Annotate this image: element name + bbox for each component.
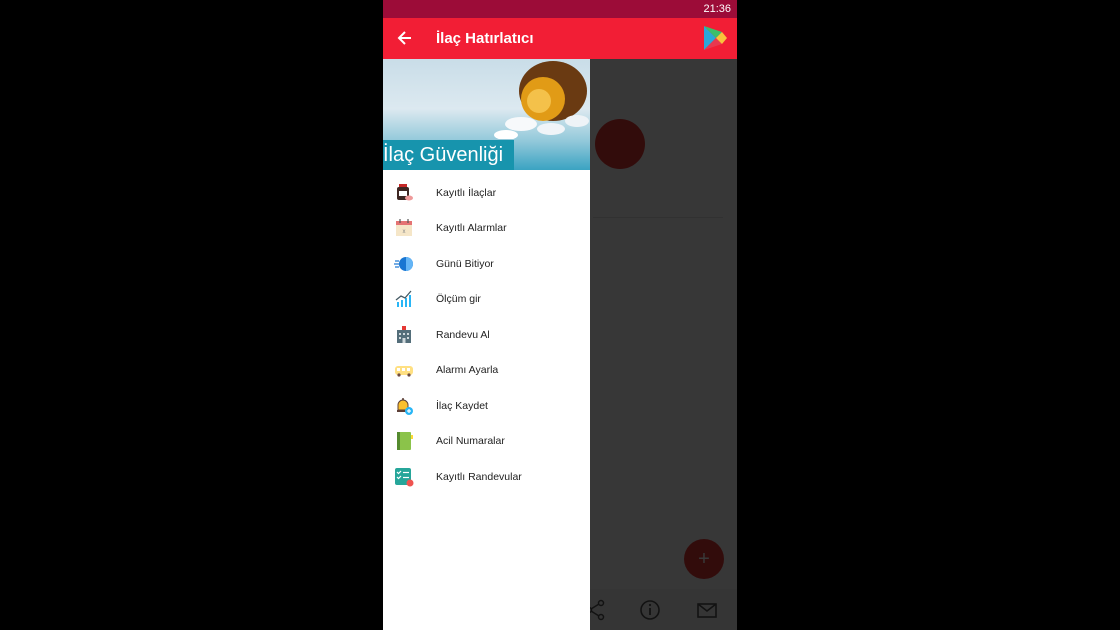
svg-text:x: x [403, 229, 406, 235]
menu-item-label: Alarmı Ayarla [436, 364, 499, 376]
play-store-icon[interactable] [701, 24, 729, 52]
hospital-icon [397, 326, 411, 343]
menu-item-label: Günü Bitiyor [436, 258, 494, 270]
menu-item-olcum-gir[interactable]: Ölçüm gir [383, 282, 590, 317]
menu-item-kayitli-ilaclar[interactable]: Kayıtlı İlaçlar [383, 176, 590, 211]
bell-add-icon [397, 398, 413, 415]
menu-item-kayitli-alarmlar[interactable]: x Kayıtlı Alarmlar [383, 211, 590, 246]
menu-item-label: İlaç Kaydet [436, 400, 488, 412]
menu-item-label: Acil Numaralar [436, 435, 505, 447]
alarm-bus-icon [395, 366, 413, 377]
navigation-drawer: İlaç Güvenliği Kayıtlı İlaçlar x Kayıtlı… [383, 59, 590, 630]
menu-item-label: Kayıtlı İlaçlar [436, 187, 497, 199]
menu-item-kayitli-randevular[interactable]: Kayıtlı Randevular [383, 460, 590, 495]
pill-bottle-image [494, 61, 589, 139]
calendar-icon: x [396, 219, 412, 236]
menu-item-label: Randevu Al [436, 329, 490, 341]
drawer-header: İlaç Güvenliği [383, 59, 590, 170]
menu-item-label: Ölçüm gir [436, 293, 481, 305]
app-bar: İlaç Hatırlatıcı [383, 18, 737, 59]
menu-item-label: Kayıtlı Alarmlar [436, 222, 507, 234]
menu-item-randevu-al[interactable]: Randevu Al [383, 318, 590, 353]
checklist-icon [395, 468, 414, 487]
back-button[interactable] [393, 26, 417, 50]
phone-screen: + 21:36 [383, 0, 737, 630]
arrow-left-icon [397, 31, 411, 45]
status-time: 21:36 [703, 3, 731, 15]
menu-item-acil-numaralar[interactable]: Acil Numaralar [383, 424, 590, 459]
running-clock-icon [394, 257, 413, 271]
menu-item-label: Kayıtlı Randevular [436, 471, 522, 483]
menu-item-gunu-bitiyor[interactable]: Günü Bitiyor [383, 247, 590, 282]
drawer-header-title: İlaç Güvenliği [383, 140, 514, 170]
growth-chart-icon [395, 290, 412, 307]
app-title: İlaç Hatırlatıcı [436, 30, 534, 47]
menu-item-ilac-kaydet[interactable]: İlaç Kaydet [383, 389, 590, 424]
phone-book-icon [397, 432, 413, 450]
medicine-bottle-icon [397, 184, 413, 201]
menu-item-alarmi-ayarla[interactable]: Alarmı Ayarla [383, 353, 590, 388]
status-bar: 21:36 [383, 0, 737, 18]
